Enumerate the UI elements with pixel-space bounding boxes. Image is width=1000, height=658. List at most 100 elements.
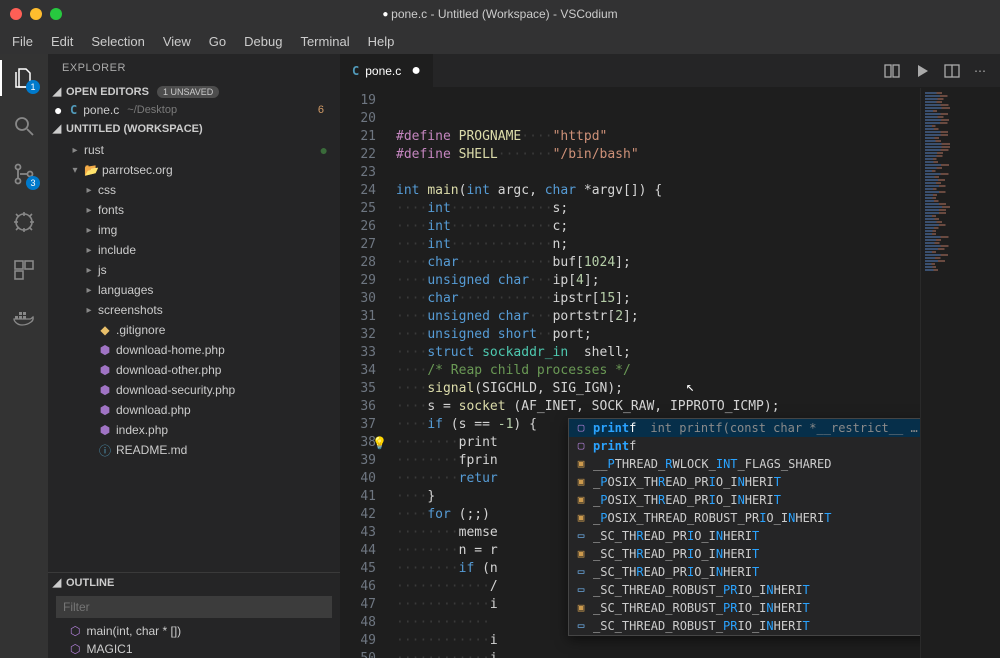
workspace-header[interactable]: ◢ UNTITLED (WORKSPACE)	[48, 119, 340, 138]
run-icon[interactable]	[914, 63, 930, 79]
outline-header[interactable]: ◢ OUTLINE	[48, 573, 340, 592]
suggest-enum-icon: ▭	[575, 527, 587, 545]
suggest-item[interactable]: ▢printfint printf(const char *__restrict…	[569, 419, 977, 437]
line-number: 36	[340, 398, 376, 416]
tree-item-readme-md[interactable]: ⓘREADME.md	[48, 440, 340, 460]
menu-view[interactable]: View	[163, 34, 191, 49]
editor-body[interactable]: 1920212223242526272829303132333435363738…	[340, 88, 1000, 658]
code-line[interactable]: ····unsigned char···ip[4];	[396, 272, 1000, 290]
code-line[interactable]: ····unsigned short··port;	[396, 326, 1000, 344]
activity-explorer[interactable]: 1	[10, 64, 38, 92]
open-editor-name: pone.c	[83, 103, 119, 117]
suggest-item[interactable]: ▭_SC_THREAD_PRIO_INHERIT	[569, 527, 977, 545]
tree-item-languages[interactable]: ▸languages	[48, 280, 340, 300]
suggest-item[interactable]: ▣__PTHREAD_RWLOCK_INT_FLAGS_SHARED	[569, 455, 977, 473]
activity-search[interactable]	[10, 112, 38, 140]
minimize-window-button[interactable]	[30, 8, 42, 20]
line-number: 29	[340, 272, 376, 290]
menu-terminal[interactable]: Terminal	[300, 34, 349, 49]
tree-item-download-php[interactable]: ⬢download.php	[48, 400, 340, 420]
code-line[interactable]: #define PROGNAME····"httpd"	[396, 128, 1000, 146]
code-line[interactable]: ····struct sockaddr_in shell;	[396, 344, 1000, 362]
tree-item-index-php[interactable]: ⬢index.php	[48, 420, 340, 440]
tree-item-js[interactable]: ▸js	[48, 260, 340, 280]
code-line[interactable]: ············i	[396, 650, 1000, 658]
open-editors-header[interactable]: ◢ OPEN EDITORS 1 UNSAVED	[48, 82, 340, 101]
activity-docker[interactable]	[10, 304, 38, 332]
code-line[interactable]: ····char············buf[1024];	[396, 254, 1000, 272]
tree-item-css[interactable]: ▸css	[48, 180, 340, 200]
suggest-constant-icon: ▣	[575, 473, 587, 491]
code-line[interactable]	[396, 164, 1000, 182]
tree-item-fonts[interactable]: ▸fonts	[48, 200, 340, 220]
line-number: 44	[340, 542, 376, 560]
tree-item-download-home-php[interactable]: ⬢download-home.php	[48, 340, 340, 360]
close-window-button[interactable]	[10, 8, 22, 20]
outline-item[interactable]: ⬡MAGIC1	[48, 640, 340, 658]
tree-item-download-other-php[interactable]: ⬢download-other.php	[48, 360, 340, 380]
code-line[interactable]: ····/* Reap child processes */	[396, 362, 1000, 380]
suggest-item[interactable]: ▭_SC_THREAD_ROBUST_PRIO_INHERIT	[569, 581, 977, 599]
activity-scm[interactable]: 3	[10, 160, 38, 188]
suggest-constant-icon: ▣	[575, 545, 587, 563]
tree-item-include[interactable]: ▸include	[48, 240, 340, 260]
activity-debug[interactable]	[10, 208, 38, 236]
tree-item-download-security-php[interactable]: ⬢download-security.php	[48, 380, 340, 400]
tree-item-label: img	[98, 223, 117, 237]
tab-label: pone.c	[365, 64, 401, 78]
suggest-constant-icon: ▣	[575, 599, 587, 617]
tree-item-parrotsec-org[interactable]: ▾📂parrotsec.org	[48, 160, 340, 180]
code-line[interactable]: ····s = socket (AF_INET, SOCK_RAW, IPPRO…	[396, 398, 1000, 416]
tree-item-label: README.md	[116, 443, 187, 457]
code-line[interactable]: ····int·············n;	[396, 236, 1000, 254]
menu-debug[interactable]: Debug	[244, 34, 282, 49]
suggest-item[interactable]: ▣_SC_THREAD_PRIO_INHERIT	[569, 545, 977, 563]
more-icon[interactable]: ⋯	[974, 64, 986, 78]
compare-icon[interactable]	[884, 63, 900, 79]
maximize-window-button[interactable]	[50, 8, 62, 20]
tree-item-rust[interactable]: ▸rust●	[48, 140, 340, 160]
split-editor-icon[interactable]	[944, 63, 960, 79]
suggest-item[interactable]: ▣_SC_THREAD_ROBUST_PRIO_INHERIT	[569, 599, 977, 617]
suggest-item[interactable]: ▢printf	[569, 437, 977, 455]
code-line[interactable]: ····int·············s;	[396, 200, 1000, 218]
minimap[interactable]	[920, 88, 1000, 658]
line-number: 20	[340, 110, 376, 128]
tree-item--gitignore[interactable]: ◆.gitignore	[48, 320, 340, 340]
outline-filter-input[interactable]	[56, 596, 332, 618]
line-number: 34	[340, 362, 376, 380]
suggest-item[interactable]: ▣_POSIX_THREAD_PRIO_INHERIT	[569, 491, 977, 509]
code-line[interactable]: ····char············ipstr[15];	[396, 290, 1000, 308]
tab-pone-c[interactable]: C pone.c ●	[340, 54, 434, 87]
code-line[interactable]: #define SHELL·······"/bin/bash"	[396, 146, 1000, 164]
sidebar-title: EXPLORER	[48, 54, 340, 82]
line-number: 41	[340, 488, 376, 506]
suggest-item[interactable]: ▣_POSIX_THREAD_PRIO_INHERIT	[569, 473, 977, 491]
suggest-item[interactable]: ▭_SC_THREAD_ROBUST_PRIO_INHERIT	[569, 617, 977, 635]
file-tree: ▸rust●▾📂parrotsec.org▸css▸fonts▸img▸incl…	[48, 140, 340, 572]
menu-edit[interactable]: Edit	[51, 34, 73, 49]
menu-go[interactable]: Go	[209, 34, 226, 49]
activity-extensions[interactable]	[10, 256, 38, 284]
tab-bar: C pone.c ● ⋯	[340, 54, 1000, 88]
lightbulb-icon[interactable]: 💡	[372, 434, 387, 452]
unsaved-badge: 1 UNSAVED	[157, 86, 219, 98]
code-line[interactable]: int main(int argc, char *argv[]) {	[396, 182, 1000, 200]
menu-file[interactable]: File	[12, 34, 33, 49]
open-editor-item[interactable]: ●Cpone.c~/Desktop6	[48, 101, 340, 119]
gitignore-icon: ◆	[98, 323, 112, 337]
code-line[interactable]: ····unsigned char···portstr[2];	[396, 308, 1000, 326]
code-line[interactable]: ····signal(SIGCHLD, SIG_IGN);	[396, 380, 1000, 398]
menu-selection[interactable]: Selection	[91, 34, 144, 49]
suggest-item[interactable]: ▭_SC_THREAD_PRIO_INHERIT	[569, 563, 977, 581]
open-editors-label: OPEN EDITORS	[66, 86, 149, 98]
problems-count: 6	[318, 104, 334, 116]
code-content[interactable]: #define PROGNAME····"httpd"#define SHELL…	[390, 88, 1000, 658]
menu-help[interactable]: Help	[368, 34, 395, 49]
suggest-item[interactable]: ▣_POSIX_THREAD_ROBUST_PRIO_INHERIT	[569, 509, 977, 527]
outline-item[interactable]: ⬡main(int, char * [])	[48, 622, 340, 640]
tree-item-img[interactable]: ▸img	[48, 220, 340, 240]
code-line[interactable]: ····int·············c;	[396, 218, 1000, 236]
suggest-widget[interactable]: ▢printfint printf(const char *__restrict…	[568, 418, 978, 636]
tree-item-screenshots[interactable]: ▸screenshots	[48, 300, 340, 320]
